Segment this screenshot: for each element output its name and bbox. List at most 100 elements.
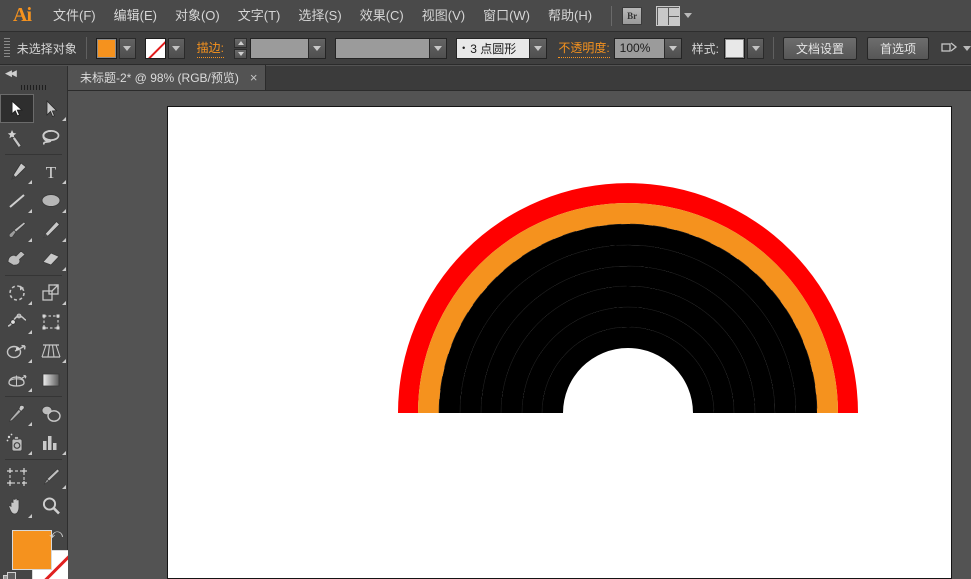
tool-zoom[interactable] xyxy=(34,491,68,520)
tools-divider-1 xyxy=(5,154,62,155)
tool-flyout-indicator-icon[interactable] xyxy=(24,180,32,184)
tools-panel-header[interactable]: ◀◀ xyxy=(0,66,67,80)
opacity-combo[interactable]: 100% xyxy=(614,38,682,59)
tools-divider-4 xyxy=(5,459,62,460)
menu-file[interactable]: 文件(F) xyxy=(44,0,105,32)
tool-flyout-indicator-icon[interactable] xyxy=(58,180,66,184)
stroke-weight-stepper[interactable] xyxy=(234,38,247,59)
tool-flyout-indicator-icon[interactable] xyxy=(58,238,66,242)
tool-selection[interactable] xyxy=(0,94,34,123)
document-setup-button[interactable]: 文档设置 xyxy=(783,37,857,60)
close-icon[interactable]: × xyxy=(250,71,258,84)
tool-flyout-indicator-icon[interactable] xyxy=(24,451,32,455)
tool-pencil[interactable] xyxy=(34,215,68,244)
tool-column-graph[interactable] xyxy=(34,428,68,457)
variable-width-dropdown-arrow[interactable] xyxy=(429,39,446,58)
default-fill-stroke-icon[interactable] xyxy=(3,572,17,579)
stroke-weight-combo[interactable] xyxy=(250,38,326,59)
tool-flyout-indicator-icon[interactable] xyxy=(58,485,66,489)
tool-lasso[interactable] xyxy=(34,123,68,152)
stroke-label[interactable]: 描边: xyxy=(197,39,224,58)
tool-hand[interactable] xyxy=(0,491,34,520)
collapse-panel-icon[interactable]: ◀◀ xyxy=(5,68,15,79)
style-label: 样式: xyxy=(692,40,719,57)
tool-flyout-indicator-icon[interactable] xyxy=(58,117,66,121)
tool-pen[interactable] xyxy=(0,157,34,186)
tool-artboard[interactable] xyxy=(0,462,34,491)
brush-definition-dropdown-arrow[interactable] xyxy=(529,39,546,58)
menu-window[interactable]: 窗口(W) xyxy=(474,0,539,32)
menu-type[interactable]: 文字(T) xyxy=(229,0,290,32)
tool-flyout-indicator-icon[interactable] xyxy=(58,301,66,305)
tool-gradient[interactable] xyxy=(34,365,68,394)
bridge-button[interactable]: Br xyxy=(622,7,642,25)
menu-select[interactable]: 选择(S) xyxy=(289,0,350,32)
preferences-button[interactable]: 首选项 xyxy=(867,37,929,60)
control-bar-grip[interactable] xyxy=(4,38,10,59)
menu-edit[interactable]: 编辑(E) xyxy=(105,0,166,32)
menu-effect[interactable]: 效果(C) xyxy=(351,0,413,32)
tool-flyout-indicator-icon[interactable] xyxy=(24,388,32,392)
tool-flyout-indicator-icon[interactable] xyxy=(24,359,32,363)
panel-overflow-icon[interactable] xyxy=(941,41,959,55)
tool-flyout-indicator-icon[interactable] xyxy=(24,422,32,426)
tool-magic-wand[interactable] xyxy=(0,123,34,152)
stroke-weight-dropdown-arrow[interactable] xyxy=(308,39,325,58)
control-divider-2 xyxy=(773,37,774,59)
tool-shape-builder[interactable] xyxy=(0,336,34,365)
graphic-style-swatch[interactable] xyxy=(724,38,745,59)
tool-flyout-indicator-icon[interactable] xyxy=(58,267,66,271)
tool-flyout-indicator-icon[interactable] xyxy=(58,209,66,213)
tool-slice[interactable] xyxy=(34,462,68,491)
document-tab[interactable]: 未标题-2* @ 98% (RGB/预览) × xyxy=(68,65,266,90)
arrange-documents-icon[interactable] xyxy=(656,6,680,26)
tool-free-transform[interactable] xyxy=(34,307,68,336)
menu-help[interactable]: 帮助(H) xyxy=(539,0,601,32)
swap-fill-stroke-icon[interactable]: ⤺ xyxy=(49,526,63,542)
brush-dot-icon: • xyxy=(462,43,465,53)
tool-rotate[interactable] xyxy=(0,278,34,307)
graphic-style-dropdown[interactable] xyxy=(747,38,764,59)
tool-flyout-indicator-icon[interactable] xyxy=(24,209,32,213)
artwork-rainbow[interactable] xyxy=(168,107,951,578)
stroke-swatch-dropdown[interactable] xyxy=(168,38,185,59)
brush-definition-combo[interactable]: • 3 点圆形 xyxy=(456,38,547,59)
tool-blend[interactable] xyxy=(34,399,68,428)
menu-view[interactable]: 视图(V) xyxy=(413,0,474,32)
tool-symbol-sprayer[interactable] xyxy=(0,428,34,457)
chevron-down-icon[interactable] xyxy=(684,13,692,18)
stepper-up-button[interactable] xyxy=(234,38,247,48)
tool-mesh[interactable] xyxy=(0,365,34,394)
stroke-color-swatch[interactable] xyxy=(145,38,166,59)
tool-perspective-grid[interactable] xyxy=(34,336,68,365)
tool-flyout-indicator-icon[interactable] xyxy=(24,238,32,242)
tool-eraser[interactable] xyxy=(34,244,68,273)
tool-paintbrush[interactable] xyxy=(0,215,34,244)
fill-color-swatch[interactable] xyxy=(96,38,117,59)
tool-line-segment[interactable] xyxy=(0,186,34,215)
tool-ellipse[interactable] xyxy=(34,186,68,215)
fill-color-indicator[interactable] xyxy=(12,530,52,570)
opacity-dropdown-arrow[interactable] xyxy=(664,39,681,58)
tool-direct-selection[interactable] xyxy=(34,94,68,123)
tool-scale[interactable] xyxy=(34,278,68,307)
fill-swatch-dropdown[interactable] xyxy=(119,38,136,59)
tool-blob-brush[interactable] xyxy=(0,244,34,273)
tool-flyout-indicator-icon[interactable] xyxy=(24,514,32,518)
tool-type[interactable]: T xyxy=(34,157,68,186)
tool-flyout-indicator-icon[interactable] xyxy=(24,330,32,334)
tool-width[interactable] xyxy=(0,307,34,336)
canvas-area[interactable] xyxy=(68,91,971,579)
tool-flyout-indicator-icon[interactable] xyxy=(58,359,66,363)
menu-object[interactable]: 对象(O) xyxy=(166,0,229,32)
artboard[interactable] xyxy=(167,106,952,579)
variable-width-profile-combo[interactable] xyxy=(335,38,447,59)
tool-eyedropper[interactable] xyxy=(0,399,34,428)
stepper-down-button[interactable] xyxy=(234,49,247,59)
chevron-down-icon[interactable] xyxy=(963,46,971,51)
tools-panel-grip[interactable] xyxy=(0,80,67,94)
opacity-label[interactable]: 不透明度: xyxy=(558,39,609,58)
tool-flyout-indicator-icon[interactable] xyxy=(58,451,66,455)
chevron-down-icon xyxy=(123,46,131,51)
tool-flyout-indicator-icon[interactable] xyxy=(24,301,32,305)
